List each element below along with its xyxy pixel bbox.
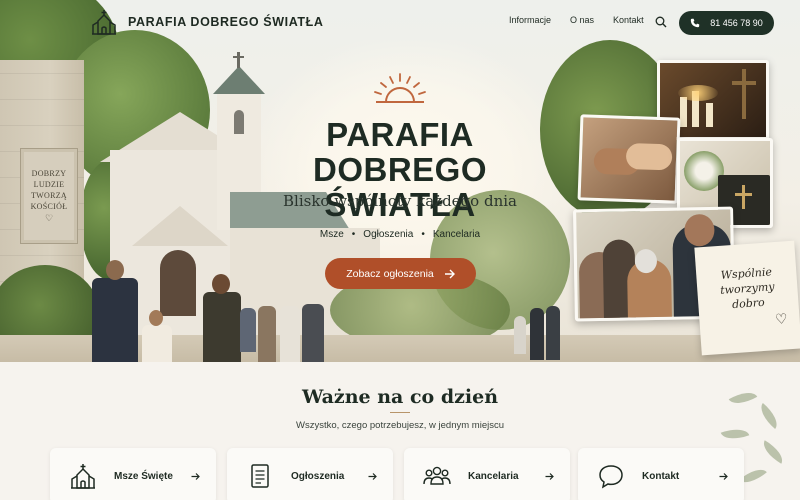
tower-cross	[233, 52, 244, 68]
brand-name: PARAFIA DOBREGO ŚWIATŁA	[128, 15, 324, 29]
decorative-leaf	[728, 386, 758, 410]
section-title: Ważne na co dzień	[301, 386, 499, 408]
note-text: Wspólnie tworzymy dobro	[719, 265, 775, 312]
plaque-line: KOŚCIÓŁ	[30, 202, 68, 211]
decorative-leaf	[758, 440, 788, 464]
card-label: Ogłoszenia	[291, 470, 345, 482]
nav-item-informacje[interactable]: Informacje	[509, 15, 551, 25]
crucifix-bar	[732, 81, 756, 85]
decorative-leaf	[720, 423, 750, 445]
church-icon	[92, 10, 116, 35]
arrow-right-icon	[444, 269, 455, 278]
cta-label: Zobacz ogłoszenia	[346, 267, 434, 280]
hand	[625, 142, 673, 171]
chat-bubble-icon	[599, 465, 623, 489]
plaque-line: LUDZIE	[33, 180, 65, 189]
heart-icon: ♡	[44, 213, 54, 223]
see-announcements-button[interactable]: Zobacz ogłoszenia	[325, 258, 476, 289]
hero-link-ogloszenia[interactable]: Ogłoszenia	[363, 229, 413, 240]
main-nav: Informacje O nas Kontakt	[509, 15, 663, 25]
hero-subtitle: Blisko wspólnoty każdego dnia	[283, 192, 517, 210]
card-ogloszenia[interactable]: Ogłoszenia	[227, 448, 393, 500]
person-figure	[92, 278, 138, 362]
plaque-line: TWORZĄ	[30, 191, 67, 200]
hero-title-line: DOBREGO ŚWIATŁA	[312, 151, 487, 223]
section-subtitle: Wszystko, czego potrzebujesz, w jednym m…	[295, 420, 505, 431]
nav-item-kontakt[interactable]: Kontakt	[613, 15, 644, 25]
separator-dot: •	[421, 229, 425, 240]
candle	[680, 97, 687, 127]
church-icon	[71, 464, 95, 489]
bible-cross-bar	[735, 193, 752, 196]
search-icon[interactable]	[655, 16, 667, 28]
document-icon	[251, 464, 269, 488]
church-porch-roof	[132, 206, 228, 246]
decorative-leaf	[755, 403, 783, 429]
photo-hands	[577, 114, 681, 204]
church-door	[160, 250, 196, 316]
hero-link-msze[interactable]: Msze	[320, 229, 344, 240]
person-head	[212, 274, 230, 294]
card-label: Kancelaria	[468, 470, 519, 482]
plaque-line: DOBRZY	[31, 169, 67, 178]
card-label: Kontakt	[642, 470, 680, 482]
person-figure	[280, 306, 300, 362]
crucifix	[742, 69, 746, 119]
candle-flame	[678, 85, 718, 101]
hero-quick-links: Msze • Ogłoszenia • Kancelaria	[300, 229, 500, 240]
arrow-right-icon	[545, 472, 554, 480]
separator-dot: •	[351, 229, 356, 240]
sunrise-icon	[374, 73, 426, 103]
person-figure	[546, 306, 560, 360]
hero-title-line: PARAFIA	[326, 116, 474, 153]
person-head	[149, 310, 163, 326]
brand-logo[interactable]: PARAFIA DOBREGO ŚWIATŁA	[90, 8, 324, 36]
candle	[706, 103, 713, 127]
person-figure	[302, 304, 324, 362]
person-figure	[514, 316, 526, 354]
people-icon	[423, 466, 451, 485]
person-figure	[240, 308, 256, 352]
phone-button[interactable]: 81 456 78 90	[679, 11, 774, 35]
person-figure	[258, 306, 276, 362]
person-figure	[530, 308, 544, 360]
person-head	[106, 260, 124, 280]
person-figure	[142, 325, 172, 362]
heart-icon: ♡	[774, 310, 789, 328]
card-label: Msze Święte	[114, 470, 173, 482]
arrow-right-icon	[719, 472, 728, 480]
bible-cross	[742, 185, 745, 209]
phone-number: 81 456 78 90	[710, 18, 763, 28]
site-header: PARAFIA DOBREGO ŚWIATŁA Informacje O nas…	[0, 0, 800, 44]
nav-item-o-nas[interactable]: O nas	[570, 15, 594, 25]
person-figure	[203, 292, 241, 362]
hero-link-kancelaria[interactable]: Kancelaria	[433, 229, 480, 240]
handwritten-note: Wspólnie tworzymy dobro ♡	[694, 240, 800, 356]
card-msze-swiete[interactable]: Msze Święte	[50, 448, 216, 500]
wall-plaque: DOBRZY LUDZIE TWORZĄ KOŚCIÓŁ ♡	[20, 148, 78, 244]
church-spire	[213, 66, 265, 94]
section-divider	[390, 412, 410, 413]
arrow-right-icon	[368, 472, 377, 480]
card-kontakt[interactable]: Kontakt	[578, 448, 744, 500]
phone-icon	[691, 18, 700, 28]
arrow-right-icon	[191, 472, 200, 480]
card-kancelaria[interactable]: Kancelaria	[404, 448, 570, 500]
